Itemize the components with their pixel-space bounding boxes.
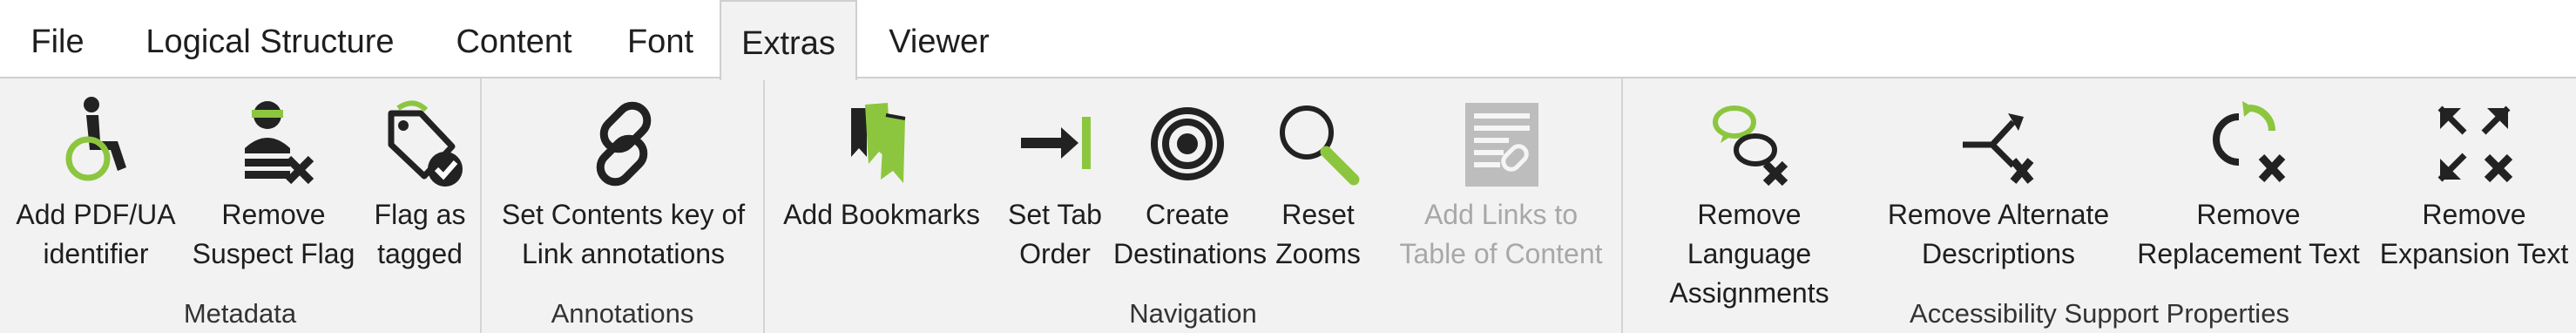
tab-logical-structure[interactable]: Logical Structure — [131, 0, 409, 78]
remove-replacement-text-button[interactable]: Remove Replacement Text — [2131, 96, 2366, 274]
button-label: Remove Expansion Text — [2379, 199, 2569, 269]
group-navigation: Add Bookmarks Set Tab Order Create Desti… — [765, 78, 1623, 333]
create-destinations-button[interactable]: Create Destinations — [1113, 96, 1268, 274]
group-label-accessibility: Accessibility Support Properties — [1910, 298, 2289, 329]
wheelchair-icon — [65, 97, 126, 181]
add-pdfua-identifier-button[interactable]: Add PDF/UA identifier — [9, 96, 183, 274]
suspect-remove-icon — [245, 101, 314, 185]
group-accessibility-support: Remove Language Assignments Remove Alter… — [1623, 78, 2576, 333]
group-label-navigation: Navigation — [1129, 298, 1257, 329]
group-annotations: Set Contents key of Link annotations Ann… — [482, 78, 765, 333]
button-label: Flag as tagged — [374, 199, 466, 269]
tag-check-icon — [388, 100, 463, 187]
group-label-metadata: Metadata — [183, 298, 297, 329]
set-contents-key-button[interactable]: Set Contents key of Link annotations — [490, 96, 756, 274]
tab-font[interactable]: Font — [610, 0, 711, 78]
ribbon-tab-bar: File Logical Structure Content Font Extr… — [0, 0, 2576, 80]
magnifier-icon — [1280, 105, 1360, 186]
link-icon — [596, 101, 651, 187]
button-label: Set Contents key of Link annotations — [501, 199, 746, 269]
remove-expansion-text-button[interactable]: Remove Expansion Text — [2376, 96, 2573, 274]
button-label: Remove Language Assignments — [1669, 199, 1829, 309]
remove-language-assignments-button[interactable]: Remove Language Assignments — [1632, 96, 1867, 313]
add-bookmarks-button[interactable]: Add Bookmarks — [777, 96, 986, 234]
set-tab-order-button[interactable]: Set Tab Order — [998, 96, 1112, 274]
bookmarks-icon — [851, 103, 906, 183]
button-label: Remove Suspect Flag — [192, 199, 355, 269]
button-label: Create Destinations — [1113, 199, 1268, 269]
button-label: Reset Zooms — [1275, 199, 1361, 269]
add-links-to-toc-button[interactable]: Add Links to Table of Content — [1388, 96, 1614, 274]
flag-as-tagged-button[interactable]: Flag as tagged — [364, 96, 476, 274]
target-icon — [1151, 107, 1224, 180]
language-remove-icon — [1713, 105, 1788, 187]
toc-link-icon — [1465, 103, 1538, 187]
tab-order-icon — [1021, 117, 1091, 169]
remove-suspect-flag-button[interactable]: Remove Suspect Flag — [186, 96, 361, 274]
group-metadata: Add PDF/UA identifier Remove Suspect Fla… — [0, 78, 482, 333]
button-label: Set Tab Order — [1008, 199, 1102, 269]
button-label: Add PDF/UA identifier — [16, 199, 176, 269]
ribbon-panel: Add PDF/UA identifier Remove Suspect Fla… — [0, 78, 2576, 333]
replacement-remove-icon — [2213, 101, 2286, 183]
expansion-remove-icon — [2437, 105, 2513, 183]
button-label: Remove Alternate Descriptions — [1887, 199, 2110, 269]
tab-file[interactable]: File — [12, 0, 103, 78]
group-label-annotations: Annotations — [551, 298, 694, 329]
remove-alternate-descriptions-button[interactable]: Remove Alternate Descriptions — [1881, 96, 2116, 274]
button-label: Add Links to Table of Content — [1399, 199, 1603, 269]
button-label: Add Bookmarks — [783, 199, 980, 230]
tab-viewer[interactable]: Viewer — [875, 0, 1004, 78]
reset-zooms-button[interactable]: Reset Zooms — [1270, 96, 1366, 274]
tab-content[interactable]: Content — [436, 0, 592, 78]
alternate-remove-icon — [1963, 113, 2034, 184]
button-label: Remove Replacement Text — [2137, 199, 2360, 269]
tab-extras[interactable]: Extras — [720, 0, 857, 80]
